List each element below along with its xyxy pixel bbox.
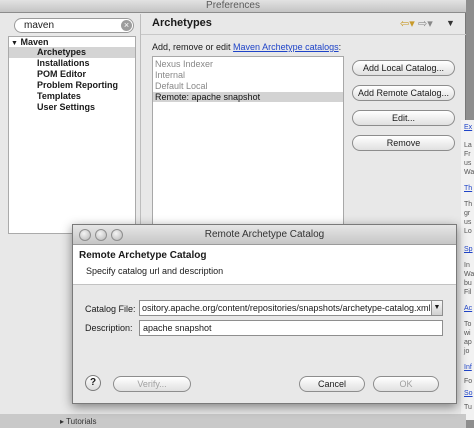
help-text: Wa bbox=[464, 271, 474, 278]
help-text: Fo bbox=[464, 378, 473, 385]
ok-button[interactable]: OK bbox=[373, 376, 439, 392]
dialog-title: Remote Archetype Catalog bbox=[204, 229, 325, 240]
filter-input[interactable]: maven bbox=[14, 18, 134, 33]
help-text: Fil bbox=[464, 289, 472, 296]
tree-item-installations[interactable]: Installations bbox=[37, 58, 90, 69]
help-text: bu bbox=[464, 280, 472, 287]
tutorials-item[interactable]: ▸ Tutorials bbox=[60, 417, 96, 426]
tree-item-archetypes[interactable]: Archetypes bbox=[9, 47, 135, 58]
preferences-titlebar[interactable]: Preferences bbox=[0, 0, 466, 13]
help-text: La bbox=[464, 142, 472, 149]
catalog-list[interactable]: Nexus Indexer Internal Default Local Rem… bbox=[152, 56, 344, 234]
description-input-value: apache snapshot bbox=[143, 323, 212, 333]
catalog-item-default-local[interactable]: Default Local bbox=[155, 81, 208, 91]
help-text: gr bbox=[464, 210, 471, 217]
preferences-tree: ▼ Maven Archetypes Installations POM Edi… bbox=[8, 36, 136, 234]
add-remote-catalog-button[interactable]: Add Remote Catalog... bbox=[352, 85, 455, 101]
collapsed-triangle-icon: ▸ bbox=[60, 417, 65, 426]
page-title: Archetypes bbox=[152, 17, 212, 29]
catalog-item-remote-apache-snapshot[interactable]: Remote: apache snapshot bbox=[153, 92, 343, 102]
catalog-file-label: Catalog File: bbox=[85, 304, 136, 314]
archetype-catalogs-link[interactable]: Maven Archetype catalogs bbox=[233, 42, 339, 52]
help-button[interactable]: ? bbox=[85, 375, 101, 391]
help-text: us bbox=[464, 219, 472, 226]
tree-item-maven-label: Maven bbox=[20, 37, 49, 47]
tree-item-pom-editor[interactable]: POM Editor bbox=[37, 69, 86, 80]
remove-catalog-button[interactable]: Remove bbox=[352, 135, 455, 151]
catalog-item-nexus-indexer[interactable]: Nexus Indexer bbox=[155, 59, 213, 69]
help-link[interactable]: So bbox=[464, 390, 473, 397]
tree-item-templates[interactable]: Templates bbox=[37, 91, 81, 102]
help-text: Tu bbox=[464, 404, 472, 411]
verify-button[interactable]: Verify... bbox=[113, 376, 191, 392]
catalog-item-internal[interactable]: Internal bbox=[155, 70, 185, 80]
help-link[interactable]: Ex bbox=[464, 124, 472, 131]
description-label: Description: bbox=[85, 323, 133, 333]
view-menu-icon[interactable]: ▼ bbox=[446, 18, 455, 28]
catalog-file-value: ository.apache.org/content/repositories/… bbox=[142, 303, 431, 313]
help-text: us bbox=[464, 160, 472, 167]
help-text: ap bbox=[464, 339, 472, 346]
page-description: Add, remove or edit Maven Archetype cata… bbox=[152, 42, 341, 52]
dialog-titlebar[interactable]: Remote Archetype Catalog bbox=[73, 225, 456, 245]
expanded-triangle-icon: ▼ bbox=[11, 40, 18, 47]
cancel-button[interactable]: Cancel bbox=[299, 376, 365, 392]
header-divider bbox=[141, 34, 466, 35]
dropdown-arrow-icon[interactable]: ▼ bbox=[431, 300, 443, 316]
filter-input-value: maven bbox=[24, 20, 55, 31]
tree-item-problem-reporting[interactable]: Problem Reporting bbox=[37, 80, 118, 91]
help-text: jo bbox=[464, 348, 470, 355]
forward-arrow-icon[interactable]: ⇨▾ bbox=[418, 17, 433, 30]
help-text: Fr bbox=[464, 151, 471, 158]
catalog-file-combo[interactable]: ository.apache.org/content/repositories/… bbox=[139, 300, 439, 316]
help-link[interactable]: Th bbox=[464, 185, 472, 192]
edit-catalog-button[interactable]: Edit... bbox=[352, 110, 455, 126]
tree-item-user-settings[interactable]: User Settings bbox=[37, 102, 95, 113]
description-suffix: : bbox=[338, 42, 342, 52]
add-local-catalog-button[interactable]: Add Local Catalog... bbox=[352, 60, 455, 76]
dialog-subheading: Specify catalog url and description bbox=[86, 266, 224, 276]
back-arrow-icon[interactable]: ⇦▾ bbox=[400, 17, 415, 30]
help-link[interactable]: Ac bbox=[464, 305, 472, 312]
panel-divider[interactable] bbox=[140, 14, 141, 240]
remote-catalog-dialog: Remote Archetype Catalog Remote Archetyp… bbox=[72, 224, 457, 404]
help-link[interactable]: Sp bbox=[464, 246, 473, 253]
dialog-header: Remote Archetype Catalog Specify catalog… bbox=[73, 245, 456, 285]
tutorials-label: Tutorials bbox=[66, 417, 97, 426]
help-text: In bbox=[464, 262, 470, 269]
help-text: Wa bbox=[464, 169, 474, 176]
help-text: wi bbox=[464, 330, 471, 337]
description-prefix: Add, remove or edit bbox=[152, 42, 234, 52]
help-text: To bbox=[464, 321, 472, 328]
dialog-heading: Remote Archetype Catalog bbox=[79, 250, 207, 261]
clear-icon[interactable]: × bbox=[121, 20, 132, 31]
description-input[interactable]: apache snapshot bbox=[139, 320, 443, 336]
help-text: Lo bbox=[464, 228, 472, 235]
help-link[interactable]: Inf bbox=[464, 364, 472, 371]
preferences-title: Preferences bbox=[206, 0, 260, 11]
help-text: Th bbox=[464, 201, 473, 208]
